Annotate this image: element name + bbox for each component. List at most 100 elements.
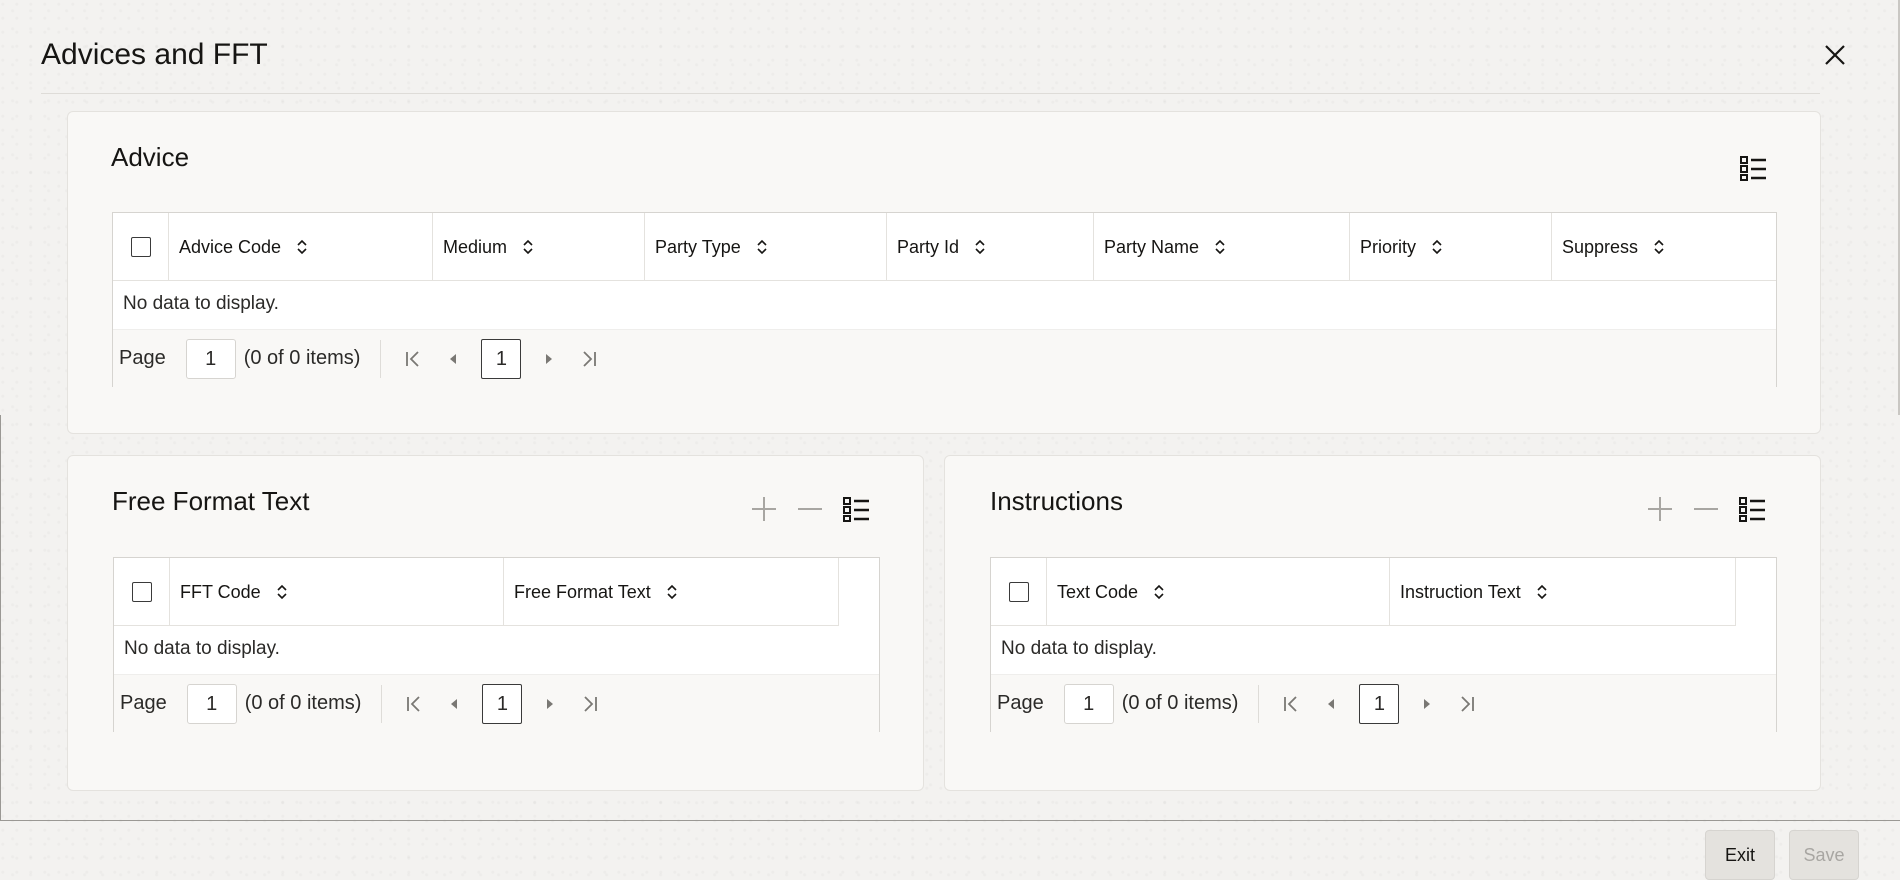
pager-divider <box>1258 684 1260 723</box>
fft-table: FFT Code Free Format Text No data to dis… <box>113 557 880 732</box>
fft-remove-button[interactable] <box>792 491 828 527</box>
current-page-button[interactable]: 1 <box>1359 683 1400 724</box>
fft-pager: Page 1 (0 of 0 items) 1 <box>114 674 879 732</box>
current-page-button[interactable]: 1 <box>482 683 523 724</box>
last-page-icon <box>583 350 597 367</box>
current-page-button[interactable]: 1 <box>481 338 522 379</box>
previous-page-icon <box>450 353 457 364</box>
advice-column-settings-button[interactable] <box>1735 150 1771 186</box>
page-label: Page <box>997 692 1044 714</box>
column-advice-code[interactable]: Advice Code <box>169 213 433 281</box>
next-page-button[interactable] <box>1407 684 1447 724</box>
empty-message: No data to display. <box>1001 638 1157 659</box>
column-suppress[interactable]: Suppress <box>1552 213 1776 281</box>
sort-icon <box>1154 584 1164 600</box>
column-priority[interactable]: Priority <box>1350 213 1552 281</box>
previous-page-button[interactable] <box>1311 684 1351 724</box>
fft-section: Free Format Text FFT Code Free Format Te… <box>67 455 924 791</box>
pager-divider <box>380 339 382 378</box>
advices-fft-dialog: Advices and FFT Advice Advice Code Mediu… <box>0 0 1900 880</box>
header-divider <box>41 93 1820 94</box>
column-label: Free Format Text <box>514 581 651 602</box>
sort-icon <box>1537 584 1547 600</box>
close-icon <box>1825 45 1845 65</box>
column-instruction-text[interactable]: Instruction Text <box>1390 558 1736 626</box>
minus-icon <box>1694 508 1718 510</box>
last-page-button[interactable] <box>570 684 610 724</box>
previous-page-button[interactable] <box>434 684 474 724</box>
first-page-icon <box>1284 695 1298 712</box>
first-page-button[interactable] <box>1271 684 1311 724</box>
first-page-button[interactable] <box>394 684 434 724</box>
window-edge-left <box>0 415 1 821</box>
sort-icon <box>277 584 287 600</box>
instructions-table: Text Code Instruction Text No data to di… <box>990 557 1777 732</box>
column-party-id[interactable]: Party Id <box>887 213 1094 281</box>
select-all-checkbox[interactable] <box>131 582 152 602</box>
select-all-checkbox[interactable] <box>1008 582 1029 602</box>
column-free-format-text[interactable]: Free Format Text <box>504 558 839 626</box>
instructions-section: Instructions Text Code Instruction Text … <box>944 455 1821 791</box>
last-page-icon <box>584 695 598 712</box>
first-page-button[interactable] <box>393 339 433 379</box>
select-all-checkbox[interactable] <box>130 237 151 257</box>
sort-icon <box>523 239 533 255</box>
column-party-name[interactable]: Party Name <box>1094 213 1350 281</box>
plus-icon <box>1648 497 1672 521</box>
next-page-icon <box>546 353 553 364</box>
advice-section: Advice Advice Code Medium Party Type Par… <box>67 111 1821 434</box>
items-count: (0 of 0 items) <box>243 347 361 369</box>
instructions-add-button[interactable] <box>1642 491 1678 527</box>
column-label: Suppress <box>1562 236 1639 257</box>
column-text-code[interactable]: Text Code <box>1047 558 1390 626</box>
advice-table: Advice Code Medium Party Type Party Id P… <box>112 212 1777 387</box>
list-view-icon <box>1740 156 1766 181</box>
list-view-icon <box>843 497 869 522</box>
sort-icon <box>757 239 767 255</box>
last-page-button[interactable] <box>1447 684 1487 724</box>
select-all-cell <box>114 558 170 626</box>
instructions-column-settings-button[interactable] <box>1734 491 1770 527</box>
sort-icon <box>975 239 985 255</box>
column-medium[interactable]: Medium <box>433 213 645 281</box>
next-page-button[interactable] <box>529 339 569 379</box>
page-label: Page <box>119 347 166 369</box>
previous-page-button[interactable] <box>433 339 473 379</box>
sort-icon <box>297 239 307 255</box>
next-page-icon <box>547 698 554 709</box>
column-label: Medium <box>443 236 508 257</box>
last-page-button[interactable] <box>569 339 609 379</box>
save-button[interactable]: Save <box>1789 830 1859 880</box>
instructions-remove-button[interactable] <box>1688 491 1724 527</box>
list-view-icon <box>1739 497 1765 522</box>
fft-add-button[interactable] <box>746 491 782 527</box>
footer-divider <box>0 820 1900 821</box>
instructions-pager: Page 1 (0 of 0 items) 1 <box>991 674 1776 732</box>
sort-icon <box>1654 239 1664 255</box>
page-number-input[interactable]: 1 <box>186 683 237 724</box>
page-number-input[interactable]: 1 <box>185 338 236 379</box>
items-count: (0 of 0 items) <box>1121 692 1239 714</box>
sort-icon <box>1215 239 1225 255</box>
plus-icon <box>752 497 776 521</box>
fft-column-settings-button[interactable] <box>838 491 874 527</box>
next-page-icon <box>1424 698 1431 709</box>
next-page-button[interactable] <box>530 684 570 724</box>
advice-table-header: Advice Code Medium Party Type Party Id P… <box>113 213 1776 281</box>
column-fft-code[interactable]: FFT Code <box>170 558 504 626</box>
previous-page-icon <box>451 698 458 709</box>
sort-icon <box>1432 239 1442 255</box>
column-party-type[interactable]: Party Type <box>645 213 887 281</box>
first-page-icon <box>407 695 421 712</box>
fft-table-header: FFT Code Free Format Text <box>114 558 839 626</box>
page-number-input[interactable]: 1 <box>1063 683 1114 724</box>
empty-message: No data to display. <box>123 293 279 314</box>
sort-icon <box>667 584 677 600</box>
column-label: Text Code <box>1057 581 1139 602</box>
column-label: Party Id <box>897 236 960 257</box>
column-label: Instruction Text <box>1400 581 1521 602</box>
advice-title: Advice <box>111 142 190 172</box>
close-button[interactable] <box>1818 38 1852 72</box>
previous-page-icon <box>1328 698 1335 709</box>
exit-button[interactable]: Exit <box>1705 830 1775 880</box>
